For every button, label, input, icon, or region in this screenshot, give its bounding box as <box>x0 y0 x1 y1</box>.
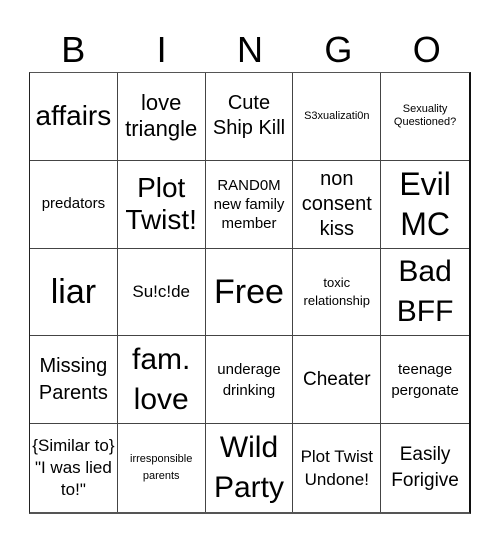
cell-text: love triangle <box>125 90 198 142</box>
cell-text: non consent kiss <box>301 167 372 240</box>
cell-text: Plot Twist! <box>125 172 197 236</box>
cell-text: Evil MC <box>399 166 451 243</box>
bingo-cell[interactable]: non consent kiss <box>293 160 382 249</box>
cell-text: fam. love <box>132 342 191 416</box>
cell-text: Cute Ship Kill <box>212 92 286 140</box>
bingo-cell[interactable]: {Similar to} "I was lied to!" <box>30 424 118 512</box>
cell-text: underage drinking <box>217 360 281 399</box>
bingo-cell[interactable]: Su!c!de <box>117 248 206 337</box>
bingo-cell[interactable]: Cute Ship Kill <box>205 73 294 161</box>
bingo-cell[interactable]: predators <box>30 160 118 249</box>
cell-text: S3xualizati0n <box>304 109 370 122</box>
header-letter-i: I <box>156 29 167 70</box>
cell-text: Su!c!de <box>132 282 191 302</box>
bingo-board: affairs love triangle Cute Ship Kill S3x… <box>29 72 471 514</box>
cell-text: liar <box>50 272 97 311</box>
cell-text: affairs <box>35 100 112 132</box>
bingo-header: B I N G O <box>29 28 471 72</box>
cell-text: Bad BFF <box>396 254 454 328</box>
bingo-cell[interactable]: Plot Twist Undone! <box>293 424 382 512</box>
cell-text: RAND0M new family member <box>213 176 285 232</box>
cell-text: Wild Party <box>213 431 284 505</box>
cell-text: Plot Twist Undone! <box>300 447 373 490</box>
free-space-cell[interactable]: Free <box>205 248 294 337</box>
bingo-cell[interactable]: RAND0M new family member <box>205 160 294 249</box>
cell-text: predators <box>41 195 106 213</box>
bingo-cell[interactable]: love triangle <box>117 73 206 161</box>
bingo-cell[interactable]: S3xualizati0n <box>293 73 382 161</box>
cell-text: Free <box>214 272 284 311</box>
bingo-cell[interactable]: underage drinking <box>205 336 294 425</box>
bingo-cell[interactable]: Bad BFF <box>381 249 469 337</box>
bingo-cell[interactable]: liar <box>30 248 118 337</box>
cell-text: teenage pergonate <box>391 360 459 399</box>
bingo-cell[interactable]: Missing Parents <box>30 336 118 425</box>
bingo-cell[interactable]: irresponsible parents <box>118 424 206 512</box>
bingo-cell[interactable]: teenage pergonate <box>381 336 469 425</box>
cell-text: Cheater <box>302 368 371 390</box>
cell-text: Missing Parents <box>38 354 108 404</box>
bingo-cell[interactable]: toxic relationship <box>293 248 382 337</box>
cell-text: Easily Forigive <box>391 444 459 492</box>
bingo-cell[interactable]: Wild Party <box>206 424 294 512</box>
bingo-cell[interactable]: Cheater <box>293 336 382 425</box>
header-letter-n: N <box>236 29 263 70</box>
header-letter-b: B <box>61 29 86 70</box>
bingo-cell[interactable]: Easily Forigive <box>381 424 469 512</box>
bingo-cell[interactable]: affairs <box>30 73 118 161</box>
cell-text: {Similar to} "I was lied to!" <box>32 436 115 500</box>
bingo-cell[interactable]: fam. love <box>117 336 206 425</box>
cell-text: toxic relationship <box>303 274 371 308</box>
bingo-cell[interactable]: Plot Twist! <box>117 160 206 249</box>
cell-text: irresponsible parents <box>130 453 193 483</box>
header-letter-o: O <box>412 29 441 70</box>
header-letter-g: G <box>324 29 353 70</box>
bingo-cell[interactable]: Sexuality Questioned? <box>381 73 469 161</box>
bingo-cell[interactable]: Evil MC <box>381 161 469 249</box>
cell-text: Sexuality Questioned? <box>393 103 457 129</box>
